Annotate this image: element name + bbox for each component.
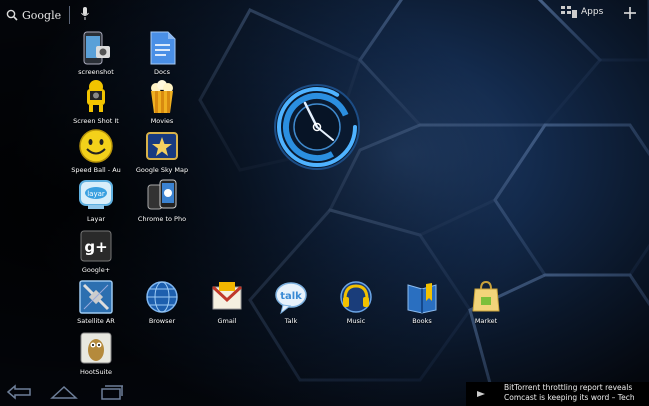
app-label: Screen Shot It xyxy=(73,117,119,125)
search-icon xyxy=(6,9,18,21)
app-label: Books xyxy=(412,317,432,325)
app-screen-shot-it[interactable]: Screen Shot It xyxy=(67,79,125,125)
app-label: Layar xyxy=(86,215,106,223)
svg-text:layar: layar xyxy=(87,190,105,198)
home-icon[interactable] xyxy=(50,384,78,400)
dock-music[interactable]: Music xyxy=(327,279,385,325)
google-plus-icon: g+ xyxy=(80,230,112,262)
app-layar[interactable]: layar Layar xyxy=(67,177,125,223)
music-icon xyxy=(340,281,372,313)
svg-text:g+: g+ xyxy=(84,238,107,256)
app-label: Market xyxy=(474,317,498,325)
app-docs[interactable]: Docs xyxy=(133,30,191,76)
hootsuite-icon xyxy=(80,332,112,364)
dock-talk[interactable]: talk Talk xyxy=(262,279,320,325)
home-screen: Google Apps screenshot Screen Shot It Sp… xyxy=(0,0,649,406)
apps-label: Apps xyxy=(581,7,604,17)
app-label: Browser xyxy=(148,317,176,325)
app-label: Movies xyxy=(150,117,174,125)
analog-clock-widget[interactable] xyxy=(272,82,362,172)
apps-button[interactable]: Apps xyxy=(561,6,603,18)
app-speed-ball[interactable]: Speed Ball - Au xyxy=(67,128,125,174)
app-hootsuite[interactable]: HootSuite xyxy=(67,330,125,376)
market-icon xyxy=(472,280,500,312)
back-icon[interactable] xyxy=(6,384,32,400)
screen-shot-it-icon xyxy=(87,80,105,112)
app-label: Satellite AR xyxy=(77,317,115,325)
sky-map-icon xyxy=(146,132,178,160)
search-label: Google xyxy=(22,8,62,22)
movies-icon xyxy=(151,80,173,113)
app-label: Google Sky Map xyxy=(135,166,189,174)
app-satellite-ar[interactable]: Satellite AR xyxy=(67,279,125,325)
dock-browser[interactable]: Browser xyxy=(133,279,191,325)
notification-line-1: BitTorrent throttling report reveals xyxy=(504,383,633,392)
dock-books[interactable]: Books xyxy=(393,279,451,325)
search-divider xyxy=(69,6,70,24)
app-google-plus[interactable]: g+ Google+ xyxy=(67,228,125,274)
app-sky-map[interactable]: Google Sky Map xyxy=(133,128,191,174)
screenshot-icon xyxy=(83,31,110,65)
notification-line-2: Comcast is keeping its word – Tech xyxy=(504,393,635,402)
chrome-to-phone-icon xyxy=(147,179,177,210)
app-screenshot[interactable]: screenshot xyxy=(67,30,125,76)
svg-text:talk: talk xyxy=(280,291,302,302)
app-label: Google+ xyxy=(81,266,111,274)
dock-market[interactable]: Market xyxy=(457,279,515,325)
app-label: HootSuite xyxy=(80,368,112,376)
gmail-icon xyxy=(211,282,243,310)
browser-icon xyxy=(146,281,178,313)
google-search-bar[interactable]: Google xyxy=(6,4,61,26)
talk-icon: talk xyxy=(275,282,307,315)
docs-icon xyxy=(150,31,176,65)
notification-text: BitTorrent throttling report reveals Com… xyxy=(504,383,635,403)
books-icon xyxy=(407,283,437,314)
app-label: Talk xyxy=(284,317,298,325)
notification-icon xyxy=(477,391,485,397)
app-label: Chrome to Pho xyxy=(137,215,187,223)
add-icon[interactable] xyxy=(623,6,637,20)
satellite-ar-icon xyxy=(79,280,113,314)
app-label: Docs xyxy=(154,68,170,76)
news-notification[interactable]: BitTorrent throttling report reveals Com… xyxy=(466,382,649,406)
voice-search-icon[interactable] xyxy=(80,6,90,22)
speed-ball-icon xyxy=(79,129,113,163)
app-label: Speed Ball - Au xyxy=(71,166,121,174)
app-label: Gmail xyxy=(217,317,237,325)
app-movies[interactable]: Movies xyxy=(133,79,191,125)
dock-gmail[interactable]: Gmail xyxy=(198,279,256,325)
app-label: Music xyxy=(346,317,366,325)
layar-icon: layar xyxy=(79,180,113,209)
app-chrome-to-phone[interactable]: Chrome to Pho xyxy=(133,177,191,223)
recent-apps-icon[interactable] xyxy=(100,384,124,400)
app-label: screenshot xyxy=(78,68,114,76)
apps-grid-icon xyxy=(561,6,577,18)
